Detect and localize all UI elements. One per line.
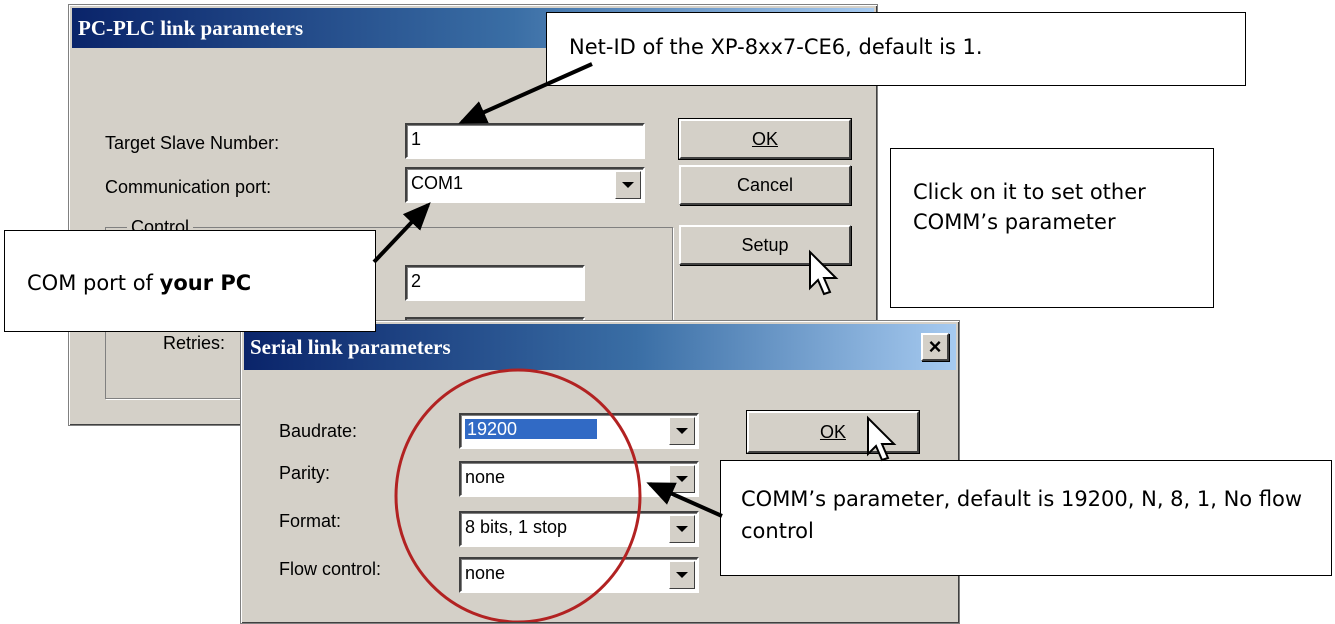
- baudrate-dropdown-icon[interactable]: [669, 417, 695, 445]
- setup-note-callout: Click on it to set other COMM’s paramete…: [890, 148, 1214, 308]
- format-dropdown-icon[interactable]: [669, 515, 695, 543]
- flow-control-select[interactable]: none: [459, 557, 699, 593]
- com-port-callout-text: COM port of: [27, 271, 160, 295]
- control-value-input[interactable]: 2: [405, 265, 585, 301]
- serial-ok-label: OK: [819, 422, 846, 442]
- target-slave-label: Target Slave Number:: [105, 133, 280, 153]
- parity-dropdown-icon[interactable]: [669, 465, 695, 493]
- serial-ok-button[interactable]: OK: [746, 410, 920, 454]
- comm-port-dropdown-icon[interactable]: [615, 171, 641, 199]
- serial-close-button[interactable]: ×: [921, 333, 949, 361]
- target-slave-input[interactable]: 1: [405, 123, 645, 159]
- format-label: Format:: [279, 511, 342, 531]
- setup-note-text: Click on it to set other COMM’s paramete…: [913, 180, 1146, 234]
- comm-port-select[interactable]: COM1: [405, 167, 645, 203]
- plc-setup-button[interactable]: Setup: [679, 225, 851, 265]
- baudrate-select[interactable]: 19200: [459, 413, 699, 449]
- plc-dialog-title: PC-PLC link parameters: [78, 16, 304, 40]
- control-value: 2: [411, 271, 422, 291]
- comm-port-label: Communication port:: [105, 177, 272, 197]
- flow-control-dropdown-icon[interactable]: [669, 561, 695, 589]
- plc-cancel-button[interactable]: Cancel: [679, 165, 851, 205]
- target-slave-value: 1: [411, 129, 422, 149]
- flow-control-label: Flow control:: [279, 559, 382, 579]
- plc-ok-label: OK: [751, 129, 778, 149]
- comm-params-text: COMM’s parameter, default is 19200, N, 8…: [741, 487, 1303, 543]
- plc-setup-label: Setup: [741, 235, 789, 255]
- close-icon: ×: [928, 334, 942, 359]
- plc-cancel-label: Cancel: [736, 175, 794, 195]
- plc-ok-button[interactable]: OK: [678, 118, 852, 160]
- baudrate-value: 19200: [465, 419, 598, 439]
- retries-label: Retries:: [163, 333, 226, 353]
- format-select[interactable]: 8 bits, 1 stop: [459, 511, 699, 547]
- com-port-callout: COM port of your PC: [4, 230, 376, 332]
- parity-select[interactable]: none: [459, 461, 699, 497]
- parity-value: none: [465, 467, 506, 487]
- parity-label: Parity:: [279, 463, 331, 483]
- flow-control-value: none: [465, 563, 506, 583]
- comm-params-callout: COMM’s parameter, default is 19200, N, 8…: [720, 460, 1332, 576]
- serial-dialog-title: Serial link parameters: [250, 335, 451, 359]
- com-port-callout-bold: your PC: [159, 271, 252, 295]
- net-id-callout-text: Net-ID of the XP-8xx7-CE6, default is 1.: [569, 35, 983, 59]
- format-value: 8 bits, 1 stop: [465, 517, 568, 537]
- baudrate-label: Baudrate:: [279, 421, 358, 441]
- net-id-callout: Net-ID of the XP-8xx7-CE6, default is 1.: [546, 12, 1246, 86]
- comm-port-value: COM1: [411, 173, 464, 193]
